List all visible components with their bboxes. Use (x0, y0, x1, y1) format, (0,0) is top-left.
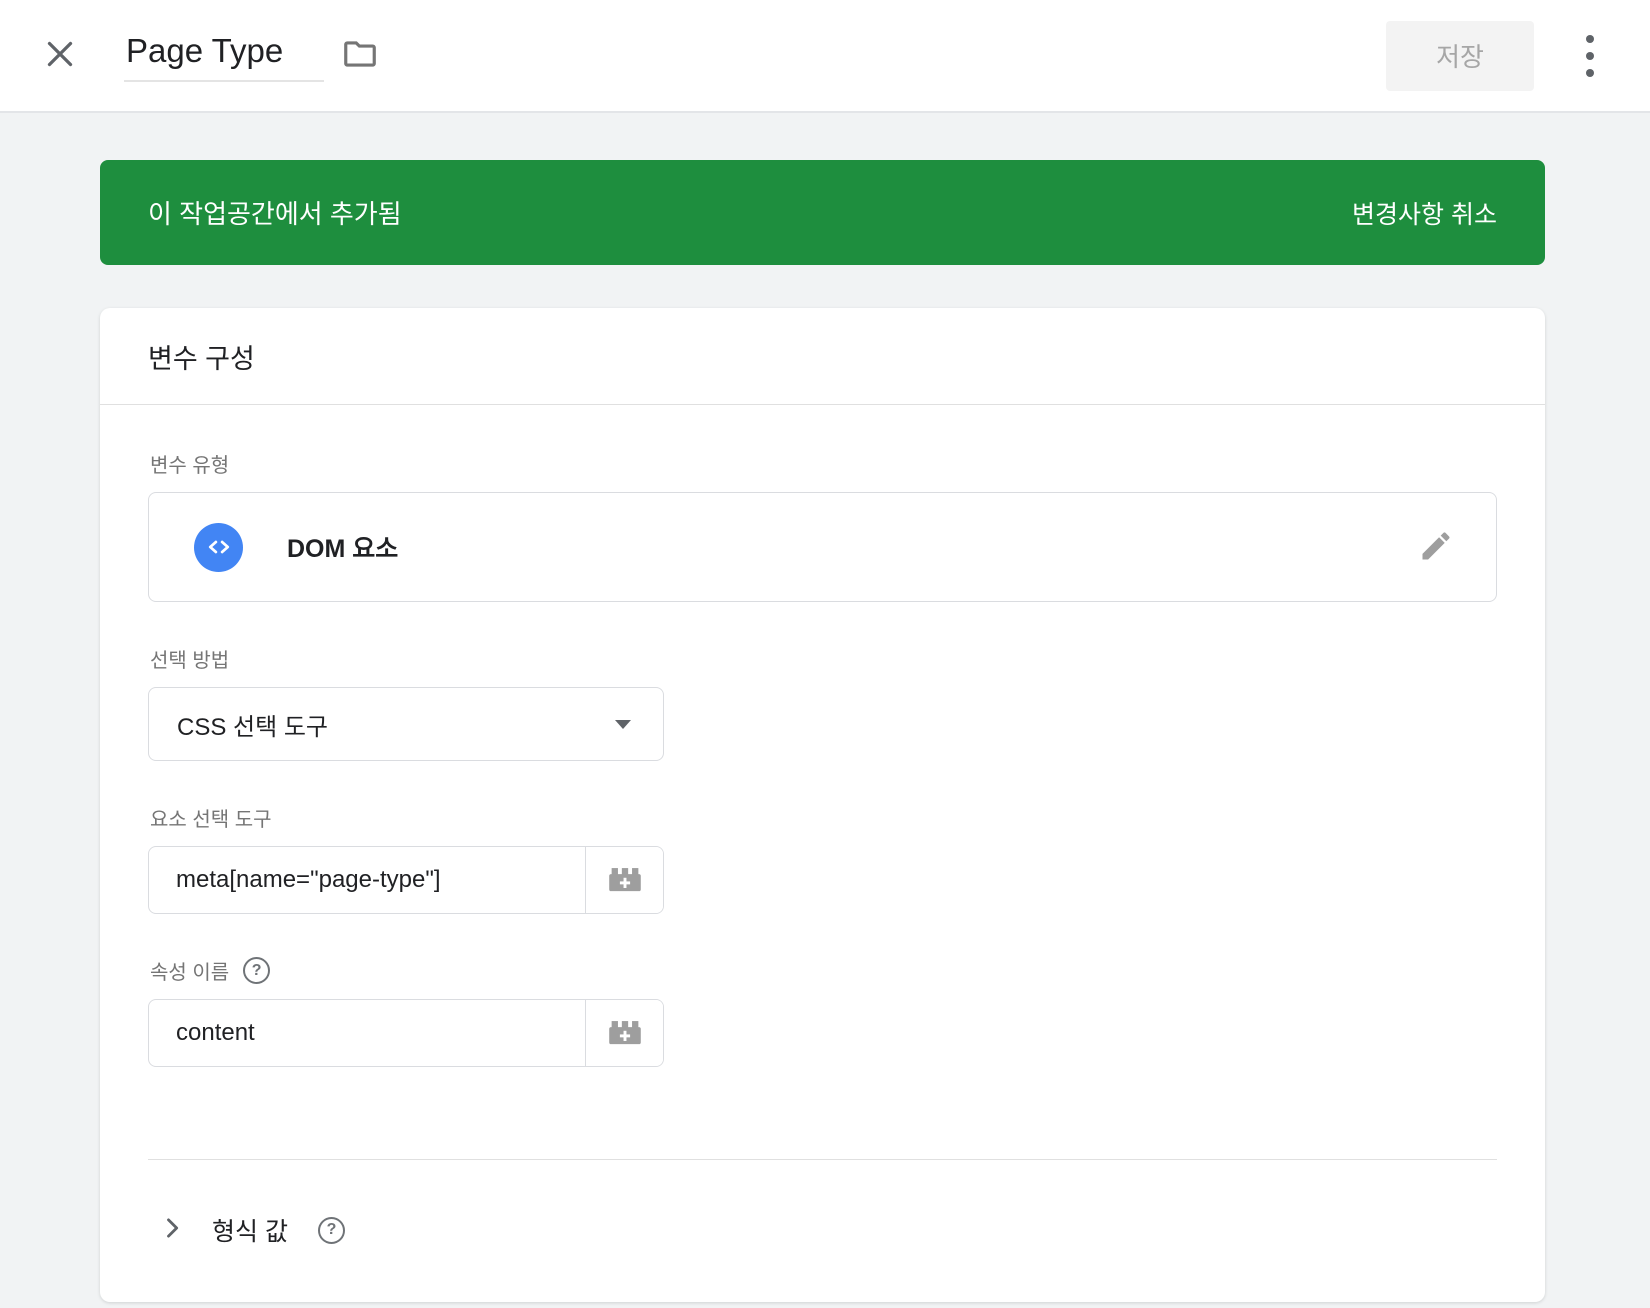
close-button[interactable] (40, 36, 80, 76)
dom-element-icon (194, 523, 243, 572)
card-body: 변수 유형 DOM 요소 선택 방법 CSS 선택 도구 요소 선택 도구 (100, 405, 1545, 1302)
banner-message: 이 작업공간에서 추가됨 (148, 194, 402, 231)
selection-method-select[interactable]: CSS 선택 도구 (148, 687, 664, 761)
workspace-status-banner: 이 작업공간에서 추가됨 변경사항 취소 (100, 160, 1545, 265)
discard-changes-button[interactable]: 변경사항 취소 (1352, 195, 1497, 231)
header-right: 저장 (1386, 21, 1608, 91)
section-divider (148, 1159, 1497, 1160)
element-selector-label: 요소 선택 도구 (150, 803, 1497, 832)
attribute-name-group (148, 999, 664, 1067)
format-value-label: 형식 값 (212, 1212, 288, 1248)
app-header: Page Type 저장 (0, 0, 1650, 113)
element-selector-input[interactable] (149, 847, 585, 913)
format-value-expander[interactable]: 형식 값 ? (148, 1212, 1497, 1248)
folder-icon (341, 35, 379, 76)
variable-configuration-card: 변수 구성 변수 유형 DOM 요소 선택 방법 CSS 선택 도구 요소 선택… (100, 308, 1545, 1302)
insert-variable-button[interactable] (585, 1000, 663, 1066)
attribute-name-label-text: 속성 이름 (150, 956, 229, 985)
header-left: Page Type (40, 29, 380, 83)
save-button[interactable]: 저장 (1386, 21, 1534, 91)
element-selector-group (148, 846, 664, 914)
variable-type-box: DOM 요소 (148, 492, 1497, 602)
kebab-menu-icon (1586, 35, 1594, 77)
chevron-down-icon (615, 720, 631, 729)
variable-name-field[interactable]: Page Type (124, 29, 324, 83)
insert-variable-brick-icon (608, 1017, 642, 1050)
chevron-right-icon (158, 1214, 186, 1247)
edit-pencil-icon (1418, 528, 1454, 567)
selection-method-label: 선택 방법 (150, 644, 1497, 673)
insert-variable-brick-icon (608, 864, 642, 897)
card-header: 변수 구성 (100, 308, 1545, 405)
attribute-name-label: 속성 이름 ? (150, 956, 1497, 985)
close-icon (42, 36, 78, 75)
variable-type-value: DOM 요소 (287, 529, 398, 565)
insert-variable-button[interactable] (585, 847, 663, 913)
variable-type-label: 변수 유형 (150, 449, 1497, 478)
selection-method-value: CSS 선택 도구 (177, 707, 328, 742)
attribute-name-input[interactable] (149, 1000, 585, 1066)
more-options-button[interactable] (1572, 29, 1608, 83)
edit-variable-type-button[interactable] (1414, 525, 1458, 569)
help-icon[interactable]: ? (243, 957, 270, 984)
card-title: 변수 구성 (148, 337, 255, 376)
help-icon[interactable]: ? (318, 1217, 345, 1244)
folder-button[interactable] (340, 36, 380, 76)
